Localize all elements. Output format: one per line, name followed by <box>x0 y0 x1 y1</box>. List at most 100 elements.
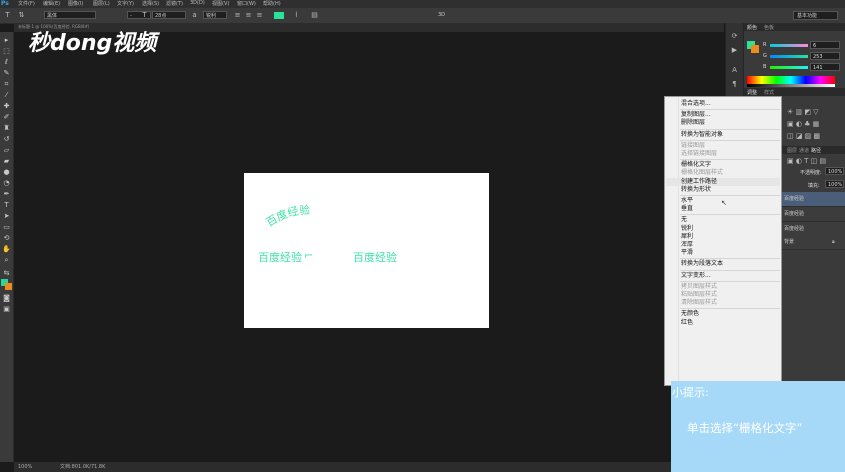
menu-item[interactable]: 垂直 <box>681 205 693 213</box>
menu-item[interactable]: 复制图层... <box>681 111 711 119</box>
history-brush-tool-icon[interactable]: ↺ <box>2 135 11 144</box>
paragraph-panel-icon[interactable]: ¶ <box>729 79 740 89</box>
3d-rotate-tool-icon[interactable]: ⟲ <box>2 234 11 243</box>
align-center-icon[interactable]: ≡ <box>245 11 252 19</box>
tab-swatches[interactable]: 色板 <box>764 24 774 31</box>
document-canvas[interactable]: 百度经验 百度经验 ⌐ 百度经验 <box>244 173 489 328</box>
menu-item[interactable]: 转换为段落文本 <box>681 260 723 268</box>
color-spectrum[interactable] <box>747 76 835 84</box>
type-tool-icon[interactable]: T <box>4 11 11 19</box>
menu-item[interactable]: 创建工作路径 <box>666 177 780 186</box>
menu-help[interactable]: 帮助(H) <box>263 0 281 7</box>
3d-button[interactable]: 3D <box>438 12 445 18</box>
actions-panel-icon[interactable]: ▶ <box>729 45 740 55</box>
character-panel-icon[interactable]: A <box>729 65 740 75</box>
workspace-select[interactable]: 基本功能 <box>793 11 838 20</box>
tab-color[interactable]: 颜色 <box>747 24 757 31</box>
crop-tool-icon[interactable]: ⌗ <box>2 80 11 89</box>
character-panel-icon[interactable]: ▤ <box>311 11 318 19</box>
move-tool-icon[interactable]: ▸ <box>2 36 11 45</box>
menu-item[interactable]: 平滑 <box>681 249 693 257</box>
blue-slider[interactable] <box>770 66 808 69</box>
canvas-text-left[interactable]: 百度经验 <box>258 249 302 265</box>
arched-text[interactable]: 百度经验 <box>264 201 344 231</box>
swap-colors-icon[interactable]: ⇆ <box>2 269 11 278</box>
menu-item[interactable]: 文字变形... <box>681 272 711 280</box>
align-right-icon[interactable]: ≡ <box>256 11 263 19</box>
tab-paths[interactable]: 路径 <box>811 147 821 154</box>
menu-view[interactable]: 视图(V) <box>212 0 229 7</box>
lasso-tool-icon[interactable]: ℓ <box>2 58 11 67</box>
hand-tool-icon[interactable]: ✋ <box>2 245 11 254</box>
color-bg-swatch[interactable] <box>751 45 759 53</box>
brush-tool-icon[interactable]: ✐ <box>2 113 11 122</box>
menu-item[interactable]: 混合选项... <box>681 100 711 108</box>
green-slider[interactable] <box>770 55 808 58</box>
blur-tool-icon[interactable]: ● <box>2 168 11 177</box>
menu-type[interactable]: 文字(Y) <box>117 0 134 7</box>
tab-channels[interactable]: 通道 <box>799 147 809 154</box>
adjustment-icons-row1[interactable]: ☀ ▥ ◩ ▽ <box>787 108 819 116</box>
quick-select-tool-icon[interactable]: ✎ <box>2 69 11 78</box>
blue-value[interactable]: 141 <box>810 63 840 71</box>
screen-mode-icon[interactable]: ▣ <box>2 305 11 314</box>
background-color-swatch[interactable] <box>5 283 12 290</box>
gradient-tool-icon[interactable]: ▰ <box>2 157 11 166</box>
adjustment-icons-row3[interactable]: ◫ ◪ ▨ ▩ <box>787 132 820 140</box>
text-orientation-icon[interactable]: ⇅ <box>18 11 25 19</box>
font-size-field[interactable]: 28点 <box>152 11 186 19</box>
menu-select[interactable]: 选择(S) <box>142 0 159 7</box>
healing-tool-icon[interactable]: ✚ <box>2 102 11 111</box>
font-family-field[interactable]: 黑体 <box>44 11 96 19</box>
menu-item[interactable]: 红色 <box>681 319 693 327</box>
grayscale-ramp[interactable] <box>747 84 835 87</box>
opacity-value[interactable]: 100% <box>825 167 844 175</box>
layer-filter-icons[interactable]: ▣ ◐ T ◫ ▤ <box>787 157 826 165</box>
align-left-icon[interactable]: ≡ <box>234 11 241 19</box>
eyedropper-tool-icon[interactable]: ⁄ <box>2 91 11 100</box>
menu-item[interactable]: 转换为智能对象 <box>681 131 723 139</box>
menu-item[interactable]: 犀利 <box>681 233 693 241</box>
type-tool-icon[interactable]: T <box>2 201 11 210</box>
menu-item[interactable]: 水平 <box>681 197 693 205</box>
history-panel-icon[interactable]: ⟳ <box>729 31 740 41</box>
tab-layers[interactable]: 图层 <box>787 147 797 154</box>
warp-text-icon[interactable]: ⌇ <box>293 11 300 19</box>
menu-window[interactable]: 窗口(W) <box>237 0 256 7</box>
red-value[interactable]: 6 <box>810 41 840 49</box>
stamp-tool-icon[interactable]: ♜ <box>2 124 11 133</box>
path-select-tool-icon[interactable]: ➤ <box>2 212 11 221</box>
dodge-tool-icon[interactable]: ◔ <box>2 179 11 188</box>
menu-image[interactable]: 图像(I) <box>68 0 83 7</box>
quick-mask-icon[interactable]: ◙ <box>2 294 11 303</box>
fill-value[interactable]: 100% <box>825 180 844 188</box>
zoom-tool-icon[interactable]: ⌕ <box>2 256 11 265</box>
menu-item[interactable]: 浑厚 <box>681 241 693 249</box>
menu-filter[interactable]: 滤镜(T) <box>166 0 183 7</box>
pen-tool-icon[interactable]: ✒ <box>2 190 11 199</box>
menu-item[interactable]: 无颜色 <box>681 310 699 318</box>
menu-file[interactable]: 文件(F) <box>18 0 35 7</box>
menu-item: 粘贴图层样式 <box>681 291 718 298</box>
antialias-select[interactable]: 锐利 <box>203 11 227 19</box>
shape-tool-icon[interactable]: ▭ <box>2 223 11 232</box>
green-value[interactable]: 253 <box>810 52 840 60</box>
canvas-text-right[interactable]: 百度经验 <box>353 249 397 265</box>
menu-item[interactable]: 转换为形状 <box>681 186 711 194</box>
menu-edit[interactable]: 编辑(E) <box>43 0 60 7</box>
adjustment-icons-row2[interactable]: ▣ ◐ ♣ ▦ <box>787 120 819 128</box>
menu-item[interactable]: 无 <box>681 216 687 224</box>
zoom-level[interactable]: 100% <box>18 462 32 472</box>
menu-layer[interactable]: 图层(L) <box>93 0 110 7</box>
marquee-tool-icon[interactable]: ⬚ <box>2 47 11 56</box>
tip-overlay: 小提示: 单击选择“栅格化文字” <box>671 381 845 472</box>
eraser-tool-icon[interactable]: ▱ <box>2 146 11 155</box>
text-color-swatch[interactable] <box>274 12 284 19</box>
tab-styles[interactable]: 样式 <box>764 89 774 96</box>
menu-3d[interactable]: 3D(D) <box>190 0 205 6</box>
red-slider[interactable] <box>770 44 808 47</box>
tab-adjustments[interactable]: 调整 <box>747 89 757 96</box>
menu-item[interactable]: 删除图层 <box>681 119 705 127</box>
menu-item[interactable]: 栅格化文字 <box>681 161 711 169</box>
menu-item[interactable]: 锐利 <box>681 225 693 233</box>
